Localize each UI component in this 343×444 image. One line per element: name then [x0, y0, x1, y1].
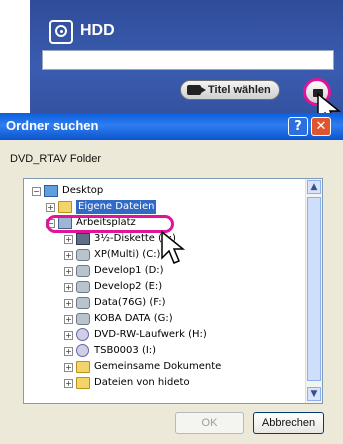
- scroll-down-icon[interactable]: ▼: [307, 387, 321, 401]
- drive-icon: [76, 265, 90, 277]
- hdd-icon: [49, 20, 73, 44]
- tree-item-label: Develop2 (E:): [94, 281, 163, 292]
- expand-icon[interactable]: +: [64, 251, 73, 260]
- drive-icon: [76, 281, 90, 293]
- desktop-icon: [44, 185, 58, 197]
- scroll-thumb[interactable]: [307, 197, 321, 381]
- expand-icon[interactable]: +: [64, 347, 73, 356]
- expand-icon[interactable]: +: [64, 379, 73, 388]
- folder-icon: [76, 377, 90, 389]
- expand-icon[interactable]: +: [64, 363, 73, 372]
- folder-tree[interactable]: − Desktop + Eigene Dateien − Arbeitsplat…: [23, 178, 323, 404]
- tree-item-label: Data(76G) (F:): [94, 297, 166, 308]
- tree-item-label: Dateien von hideto: [94, 377, 190, 388]
- device-field[interactable]: [42, 50, 334, 70]
- select-title-button[interactable]: Titel wählen: [180, 80, 280, 100]
- ok-button[interactable]: OK: [175, 412, 244, 434]
- drive-icon: [76, 297, 90, 309]
- drive-icon: [76, 313, 90, 325]
- dialog-title: Ordner suchen: [6, 118, 99, 133]
- expand-icon[interactable]: +: [64, 235, 73, 244]
- cdrom-icon: [76, 344, 89, 357]
- expand-icon[interactable]: +: [64, 315, 73, 324]
- tree-item-label: Desktop: [62, 185, 104, 196]
- cdrom-icon: [76, 328, 89, 341]
- tree-item-label: Develop1 (D:): [94, 265, 164, 276]
- tree-item-label: Gemeinsame Dokumente: [94, 361, 222, 372]
- help-button[interactable]: ?: [288, 117, 308, 136]
- expand-icon[interactable]: +: [64, 299, 73, 308]
- tree-item-label: TSB0003 (I:): [94, 345, 157, 356]
- drive-icon: [76, 249, 90, 261]
- expand-icon[interactable]: +: [64, 283, 73, 292]
- scroll-up-icon[interactable]: ▲: [307, 180, 321, 194]
- dialog-titlebar: Ordner suchen ? ✕: [0, 113, 343, 140]
- expand-icon[interactable]: +: [64, 267, 73, 276]
- folder-icon: [76, 361, 90, 373]
- tree-item-label: XP(Multi) (C:): [94, 249, 161, 260]
- expand-icon[interactable]: +: [46, 203, 55, 212]
- device-title: HDD: [80, 22, 115, 39]
- vertical-scrollbar[interactable]: ▲ ▼: [305, 179, 322, 403]
- tree-item-label: KOBA DATA (G:): [94, 313, 173, 324]
- folder-icon: [58, 201, 72, 213]
- app-panel: HDD Titel wählen: [30, 0, 343, 120]
- close-button[interactable]: ✕: [311, 117, 331, 136]
- mouse-pointer-icon: [161, 230, 186, 264]
- browse-folder-dialog: Ordner suchen ? ✕ DVD_RTAV Folder − Desk…: [0, 113, 343, 444]
- tree-item-label: DVD-RW-Laufwerk (H:): [94, 329, 207, 340]
- highlight-ring: [46, 215, 174, 233]
- floppy-icon: [76, 233, 90, 245]
- select-title-label: Titel wählen: [208, 84, 271, 96]
- dialog-description: DVD_RTAV Folder: [10, 153, 102, 165]
- collapse-icon[interactable]: −: [32, 187, 41, 196]
- cancel-button[interactable]: Abbrechen: [253, 412, 324, 434]
- tree-item-label: Eigene Dateien: [76, 200, 157, 214]
- camera-icon: [187, 85, 206, 95]
- expand-icon[interactable]: +: [64, 331, 73, 340]
